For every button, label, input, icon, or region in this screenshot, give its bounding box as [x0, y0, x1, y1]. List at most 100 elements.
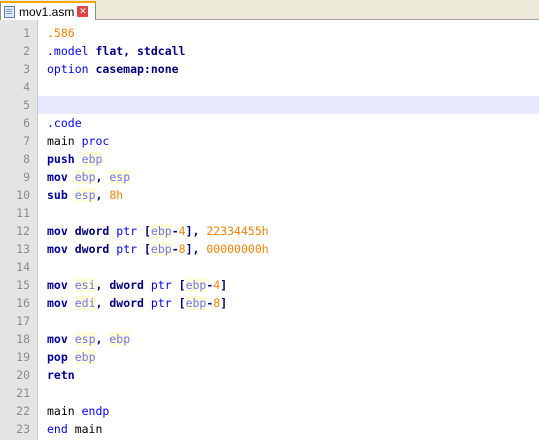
line-number: 8 [23, 152, 30, 166]
code-token: push [47, 152, 75, 166]
code-token: mov [47, 296, 68, 310]
line-number: 6 [23, 116, 30, 130]
line-code[interactable]: mov dword ptr [ebp-8], 00000000h [38, 240, 539, 258]
line-code[interactable] [38, 258, 539, 276]
line-number: 19 [16, 350, 30, 364]
tab-bar: mov1.asm ✕ [0, 0, 539, 20]
line-code[interactable]: .586 [38, 24, 539, 42]
code-token: 4 [178, 224, 186, 238]
code-line[interactable]: 23 end main [0, 420, 539, 438]
code-token: esp [74, 332, 96, 346]
code-editor[interactable]: 1 .586 2 .model flat, stdcall 3 option casema… [0, 24, 539, 438]
code-token: edi [74, 296, 96, 310]
line-number: 11 [16, 206, 30, 220]
code-line[interactable]: 6 .code [0, 114, 539, 132]
code-line[interactable]: 13 mov dword ptr [ebp-8], 00000000h [0, 240, 539, 258]
code-token: dword [109, 278, 144, 292]
code-token: esp [74, 188, 96, 202]
code-token: , [95, 278, 110, 292]
code-token: 00000000h [206, 242, 269, 256]
line-number: 17 [16, 314, 30, 328]
code-line[interactable]: 18 mov esp, ebp [0, 330, 539, 348]
code-line[interactable]: 12 mov dword ptr [ebp-4], 22334455h [0, 222, 539, 240]
line-code[interactable]: push ebp [38, 150, 539, 168]
line-code[interactable]: end main [38, 420, 539, 438]
code-line[interactable]: 21 [0, 384, 539, 402]
tab-mov1-asm[interactable]: mov1.asm ✕ [0, 1, 96, 20]
line-code[interactable]: mov edi, dword ptr [ebp-8] [38, 294, 539, 312]
code-token: ] [220, 296, 228, 310]
code-token: ptr [116, 224, 138, 238]
code-token: ebp [150, 242, 172, 256]
line-number: 23 [16, 422, 30, 436]
code-line[interactable]: 14 [0, 258, 539, 276]
document-icon [4, 5, 15, 18]
line-code[interactable]: mov esi, dword ptr [ebp-4] [38, 276, 539, 294]
code-line[interactable]: 1 .586 [0, 24, 539, 42]
code-token: ebp [109, 332, 131, 346]
code-token: mov [47, 224, 68, 238]
line-code[interactable]: mov esp, ebp [38, 330, 539, 348]
code-line[interactable]: 11 [0, 204, 539, 222]
code-token: ], [185, 224, 207, 238]
line-number: 15 [16, 278, 30, 292]
code-token: , [95, 332, 110, 346]
code-token: endp [81, 404, 110, 418]
code-token: sub [47, 188, 68, 202]
code-line[interactable]: 17 [0, 312, 539, 330]
line-code[interactable]: main proc [38, 132, 539, 150]
code-line[interactable]: 8 push ebp [0, 150, 539, 168]
line-number: 9 [23, 170, 30, 184]
line-code[interactable] [38, 204, 539, 222]
code-line[interactable]: 19 pop ebp [0, 348, 539, 366]
code-line[interactable]: 7 main proc [0, 132, 539, 150]
line-number: 5 [23, 98, 30, 112]
line-code[interactable]: sub esp, 8h [38, 186, 539, 204]
code-line[interactable]: 4 [0, 78, 539, 96]
code-line[interactable]: 2 .model flat, stdcall [0, 42, 539, 60]
code-line[interactable]: 3 option casemap:none [0, 60, 539, 78]
line-code[interactable]: retn [38, 366, 539, 384]
code-token: mov [47, 332, 68, 346]
code-token: mov [47, 278, 68, 292]
line-code[interactable]: .model flat, stdcall [38, 42, 539, 60]
line-number: 4 [23, 80, 30, 94]
close-icon[interactable]: ✕ [77, 6, 89, 17]
line-number: 1 [23, 26, 30, 40]
line-code[interactable] [38, 78, 539, 96]
line-code[interactable]: .code [38, 114, 539, 132]
line-code[interactable] [38, 312, 539, 330]
code-line[interactable]: 15 mov esi, dword ptr [ebp-4] [0, 276, 539, 294]
code-token: ptr [150, 278, 172, 292]
line-code[interactable]: mov ebp, esp [38, 168, 539, 186]
code-line[interactable]: 9 mov ebp, esp [0, 168, 539, 186]
code-line[interactable]: 5 [0, 96, 539, 114]
line-code[interactable]: mov dword ptr [ebp-4], 22334455h [38, 222, 539, 240]
code-token: [ [137, 242, 151, 256]
code-token: ebp [74, 350, 96, 364]
code-line[interactable]: 16 mov edi, dword ptr [ebp-8] [0, 294, 539, 312]
code-token: ptr [150, 296, 172, 310]
line-code[interactable] [38, 96, 539, 114]
code-token: , [95, 188, 110, 202]
code-token: mov [47, 170, 68, 184]
code-token: - [171, 224, 179, 238]
code-token: ebp [150, 224, 172, 238]
line-code[interactable]: option casemap:none [38, 60, 539, 78]
code-line[interactable]: 10 sub esp, 8h [0, 186, 539, 204]
line-number: 7 [23, 134, 30, 148]
code-line[interactable]: 22 main endp [0, 402, 539, 420]
line-code[interactable]: pop ebp [38, 348, 539, 366]
code-token: 8 [178, 242, 186, 256]
code-line[interactable]: 20 retn [0, 366, 539, 384]
code-token: flat, stdcall [88, 44, 186, 58]
code-token: esp [109, 170, 131, 184]
line-code[interactable] [38, 384, 539, 402]
tab-filename: mov1.asm [19, 4, 75, 19]
code-token: retn [47, 368, 75, 382]
line-code[interactable]: main endp [38, 402, 539, 420]
